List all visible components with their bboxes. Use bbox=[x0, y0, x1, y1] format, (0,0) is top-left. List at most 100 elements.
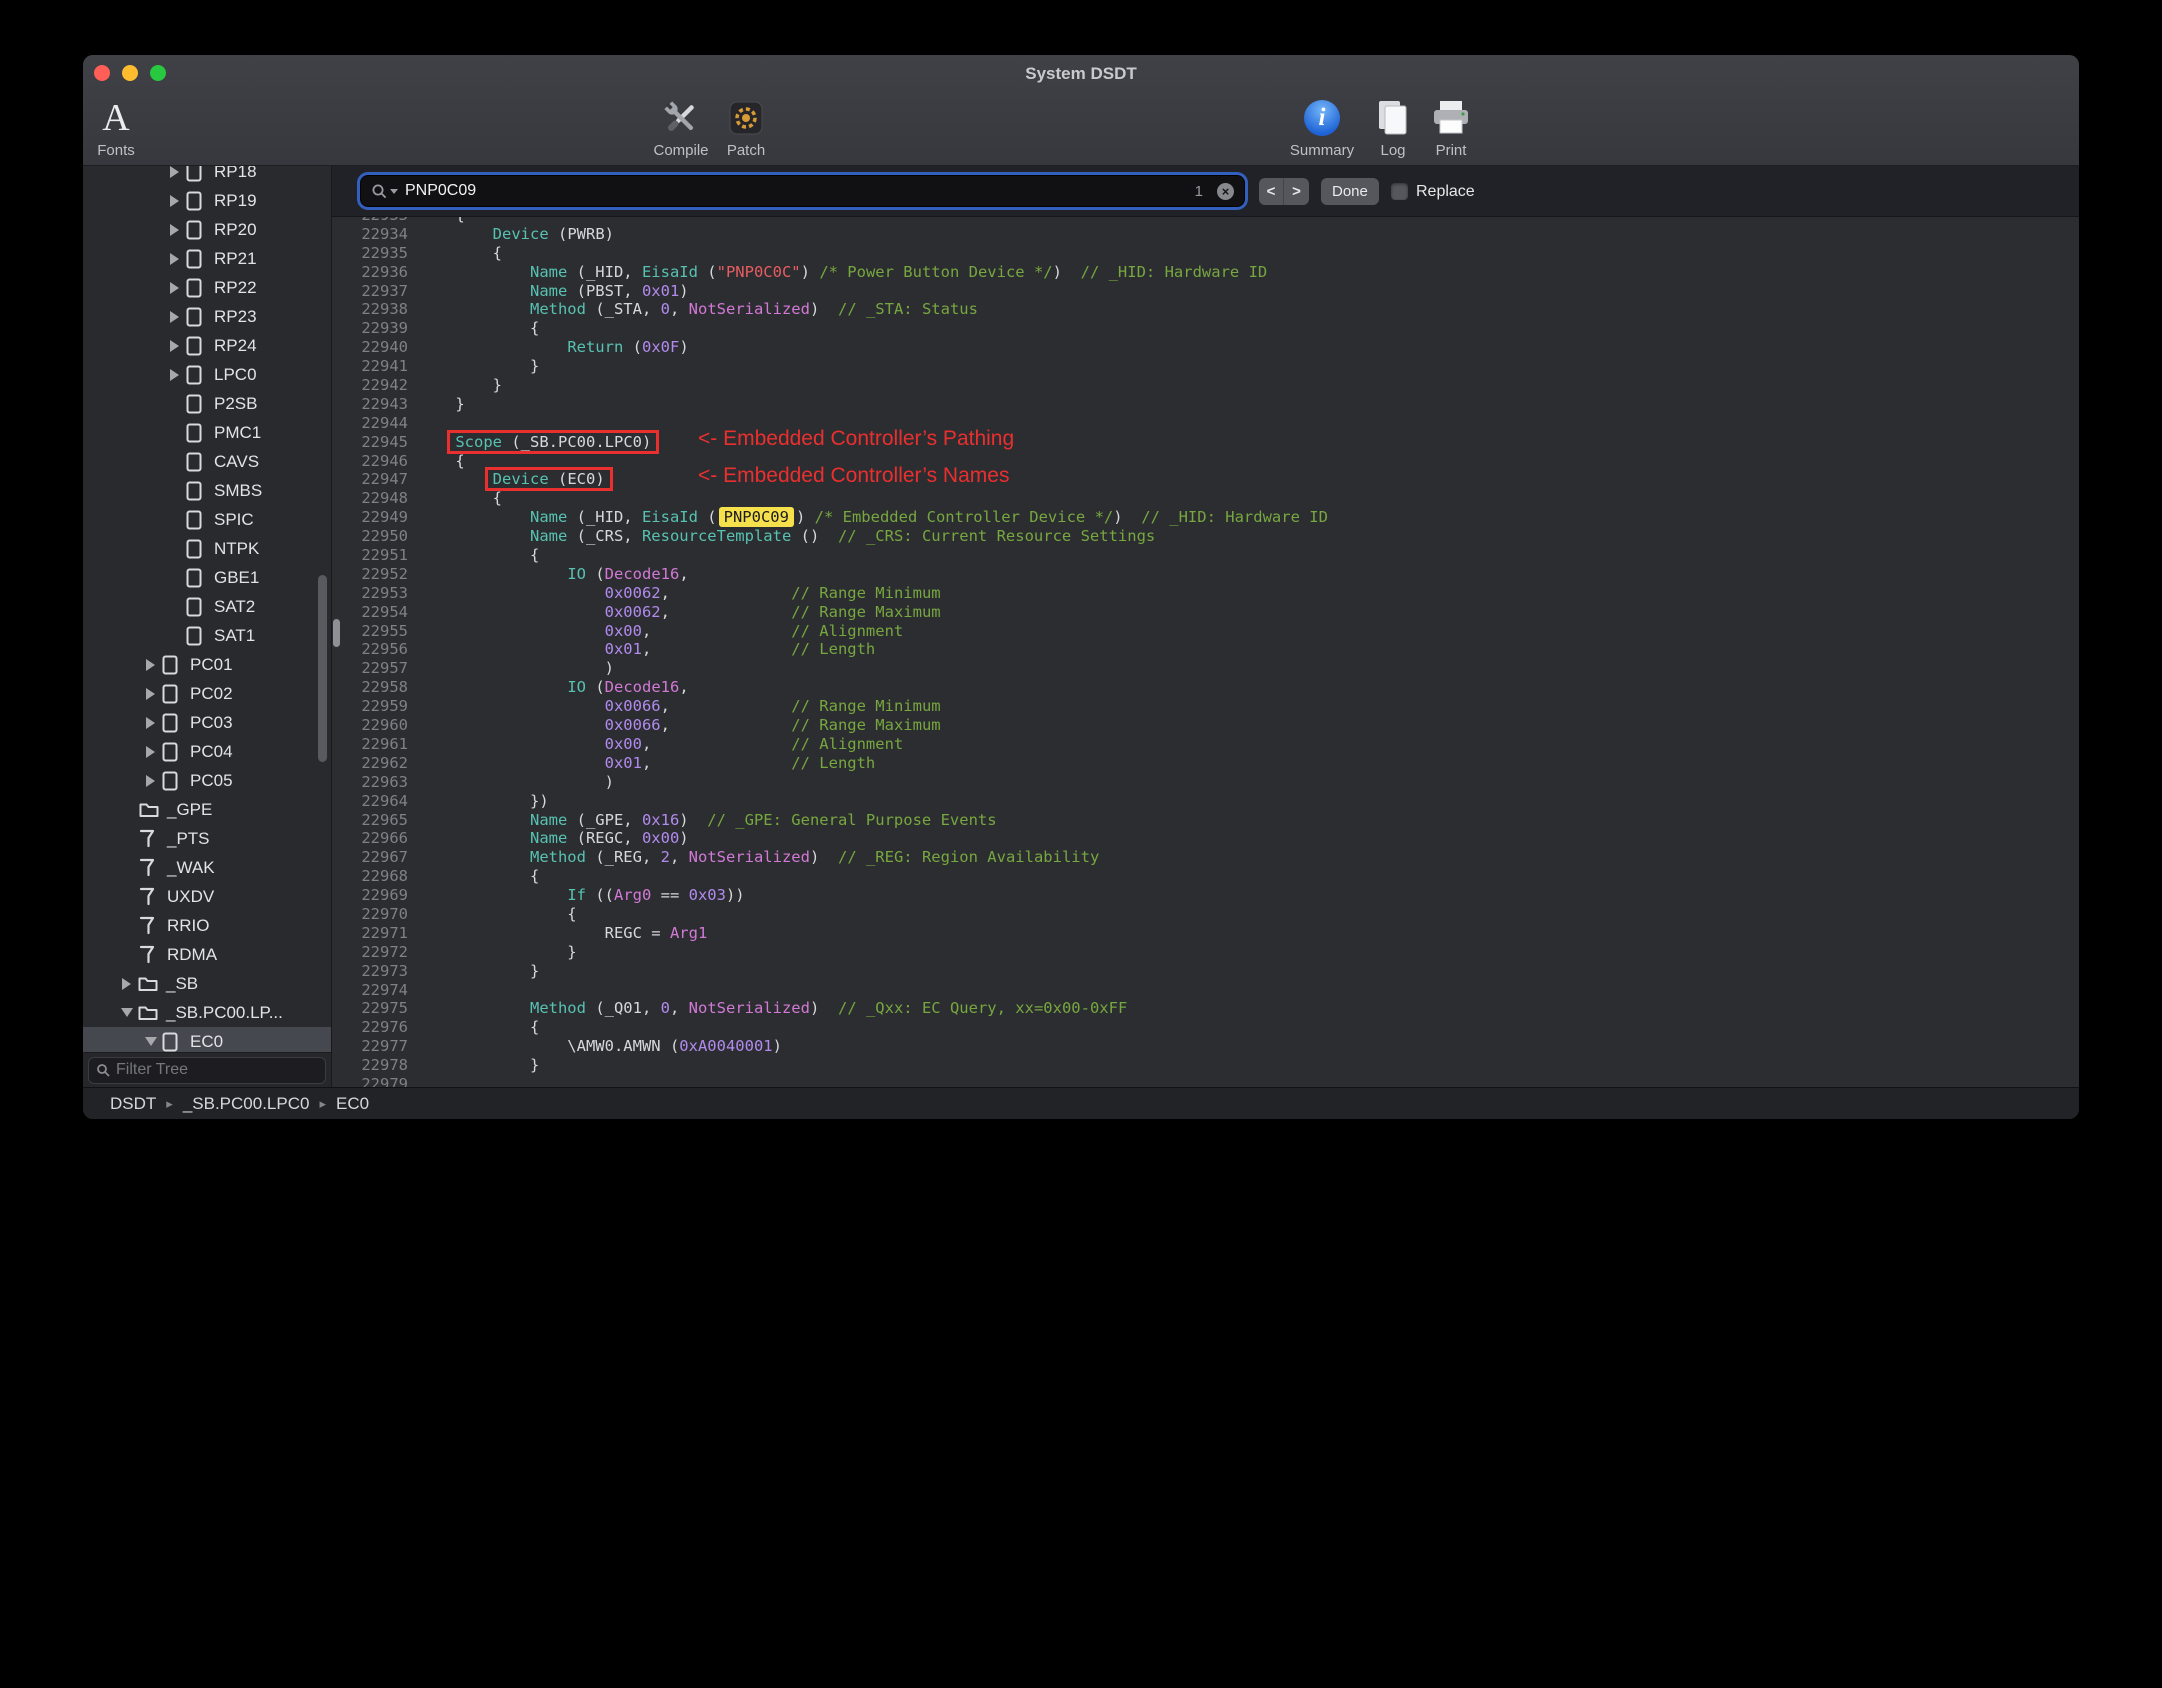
sidebar-item-gbe1[interactable]: GBE1 bbox=[83, 563, 331, 592]
code-token: } bbox=[418, 394, 465, 413]
zoom-button[interactable] bbox=[150, 64, 166, 81]
code-token: // _REG: Region Availability bbox=[837, 848, 1100, 867]
find-previous-button[interactable]: < bbox=[1259, 178, 1284, 205]
doc-icon bbox=[186, 278, 211, 298]
pane-divider-handle[interactable] bbox=[333, 619, 340, 647]
sidebar-item-uxdv[interactable]: UXDV bbox=[83, 882, 331, 911]
sidebar-item-pc01[interactable]: PC01 bbox=[83, 650, 331, 679]
disclosure-right-icon[interactable] bbox=[163, 166, 186, 178]
disclosure-right-icon[interactable] bbox=[163, 224, 186, 236]
sidebar-item-spic[interactable]: SPIC bbox=[83, 505, 331, 534]
disclosure-right-icon[interactable] bbox=[139, 775, 162, 787]
tree-item-label: RP18 bbox=[214, 166, 257, 181]
sidebar-item-ntpk[interactable]: NTPK bbox=[83, 534, 331, 563]
disclosure-down-icon[interactable] bbox=[139, 1037, 162, 1046]
sidebar-item-pc04[interactable]: PC04 bbox=[83, 737, 331, 766]
sidebar-item-pts[interactable]: _PTS bbox=[83, 824, 331, 853]
sidebar-item-ec0[interactable]: EC0 bbox=[83, 1027, 331, 1052]
line-number: 22947 bbox=[361, 470, 408, 489]
disclosure-right-icon[interactable] bbox=[163, 311, 186, 323]
code-token: 0x16 bbox=[641, 810, 680, 829]
replace-checkbox[interactable] bbox=[1391, 183, 1408, 200]
code-token: { bbox=[418, 1018, 540, 1037]
code-token: , bbox=[660, 583, 792, 602]
tree-item-label: RP22 bbox=[214, 277, 257, 297]
sidebar-item-pmc1[interactable]: PMC1 bbox=[83, 418, 331, 447]
find-next-button[interactable]: > bbox=[1284, 178, 1309, 205]
code-token: { bbox=[418, 867, 540, 886]
sidebar-item-rp22[interactable]: RP22 bbox=[83, 273, 331, 302]
sidebar-item-lpc0[interactable]: LPC0 bbox=[83, 360, 331, 389]
sidebar-item-pc05[interactable]: PC05 bbox=[83, 766, 331, 795]
code-token: (_Q01, bbox=[585, 999, 661, 1018]
sidebar-item-gpe[interactable]: _GPE bbox=[83, 795, 331, 824]
sidebar-item-smbs[interactable]: SMBS bbox=[83, 476, 331, 505]
clear-search-button[interactable]: × bbox=[1217, 182, 1234, 200]
sidebar-item-sat1[interactable]: SAT1 bbox=[83, 621, 331, 650]
sidebar-item-rp20[interactable]: RP20 bbox=[83, 215, 331, 244]
patch-button[interactable]: Patch bbox=[701, 95, 791, 159]
sidebar-item-rp19[interactable]: RP19 bbox=[83, 186, 331, 215]
sidebar-item-sb-pc00-lp[interactable]: _SB.PC00.LP... bbox=[83, 998, 331, 1027]
code-line: 22962 0x01, // Length bbox=[332, 754, 2079, 773]
code-token: , bbox=[660, 716, 792, 735]
sidebar-item-p2sb[interactable]: P2SB bbox=[83, 389, 331, 418]
sidebar-item-pc02[interactable]: PC02 bbox=[83, 679, 331, 708]
minimize-button[interactable] bbox=[122, 64, 138, 81]
print-button[interactable]: Print bbox=[1406, 95, 1496, 159]
disclosure-right-icon[interactable] bbox=[163, 340, 186, 352]
find-input[interactable]: PNP0C09 1 × bbox=[361, 176, 1244, 206]
disclosure-right-icon[interactable] bbox=[139, 688, 162, 700]
line-number: 22935 bbox=[361, 243, 408, 262]
fonts-button[interactable]: A Fonts bbox=[83, 95, 161, 159]
filter-tree-input[interactable]: Filter Tree bbox=[88, 1056, 326, 1084]
titlebar[interactable]: System DSDT bbox=[83, 55, 2079, 90]
sidebar-item-rrio[interactable]: RRIO bbox=[83, 911, 331, 940]
sidebar-item-sat2[interactable]: SAT2 bbox=[83, 592, 331, 621]
sidebar-item-rp21[interactable]: RP21 bbox=[83, 244, 331, 273]
disclosure-right-icon[interactable] bbox=[139, 717, 162, 729]
sidebar-item-sb[interactable]: _SB bbox=[83, 969, 331, 998]
breadcrumb-item[interactable]: DSDT bbox=[110, 1094, 156, 1114]
disclosure-right-icon[interactable] bbox=[139, 659, 162, 671]
disclosure-right-icon[interactable] bbox=[139, 746, 162, 758]
sidebar-scrollbar[interactable] bbox=[318, 575, 327, 762]
disclosure-right-icon[interactable] bbox=[163, 282, 186, 294]
sidebar-item-rp23[interactable]: RP23 bbox=[83, 302, 331, 331]
done-button[interactable]: Done bbox=[1321, 178, 1379, 205]
tree-item-label: _SB.PC00.LP... bbox=[166, 1002, 283, 1022]
sidebar-item-rdma[interactable]: RDMA bbox=[83, 940, 331, 969]
sidebar-item-wak[interactable]: _WAK bbox=[83, 853, 331, 882]
line-content: } bbox=[408, 376, 502, 395]
sidebar-item-rp24[interactable]: RP24 bbox=[83, 331, 331, 360]
breadcrumb-item[interactable]: _SB.PC00.LPC0 bbox=[183, 1094, 310, 1114]
code-token: Method bbox=[529, 300, 586, 319]
disclosure-right-icon[interactable] bbox=[163, 253, 186, 265]
line-content: }) bbox=[408, 792, 549, 811]
replace-toggle[interactable]: Replace bbox=[1391, 178, 1475, 205]
line-number: 22978 bbox=[361, 1056, 408, 1075]
code-editor[interactable]: 22933 {22934 Device (PWRB)22935 {22936 N… bbox=[332, 217, 2079, 1087]
code-line: 22935 { bbox=[332, 244, 2079, 263]
disclosure-right-icon[interactable] bbox=[163, 369, 186, 381]
traffic-lights bbox=[94, 55, 166, 90]
sidebar-item-rp18[interactable]: RP18 bbox=[83, 166, 331, 186]
sidebar-item-cavs[interactable]: CAVS bbox=[83, 447, 331, 476]
search-menu[interactable] bbox=[371, 183, 398, 199]
disclosure-right-icon[interactable] bbox=[115, 978, 138, 990]
disclosure-right-icon[interactable] bbox=[163, 195, 186, 207]
tree-item-label: P2SB bbox=[214, 393, 258, 413]
close-button[interactable] bbox=[94, 64, 110, 81]
code-line: 22945 Scope (_SB.PC00.LPC0) <- Embedded C… bbox=[332, 428, 2079, 452]
breadcrumb-item[interactable]: EC0 bbox=[336, 1094, 369, 1114]
line-content: Device (EC0) bbox=[408, 470, 605, 489]
summary-label: Summary bbox=[1289, 142, 1355, 159]
disclosure-down-icon[interactable] bbox=[115, 1008, 138, 1017]
sidebar-item-pc03[interactable]: PC03 bbox=[83, 708, 331, 737]
code-token: Device bbox=[492, 224, 549, 243]
